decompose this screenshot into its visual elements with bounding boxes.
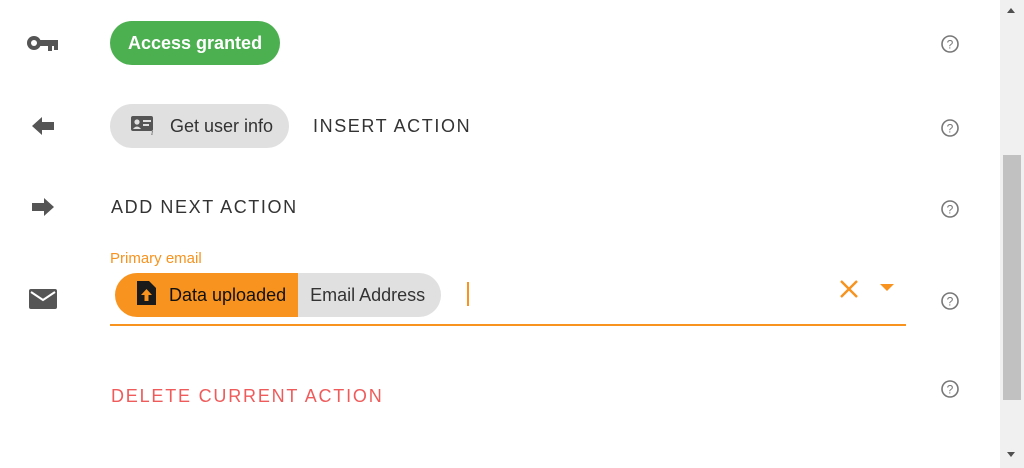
mail-icon [26, 286, 60, 312]
arrow-left-icon [26, 113, 60, 139]
arrow-right-icon [26, 194, 60, 220]
svg-text:?: ? [947, 203, 954, 217]
email-address-label: Email Address [310, 284, 426, 305]
insert-action-button[interactable]: INSERT ACTION [313, 116, 471, 137]
svg-text:?: ? [947, 122, 954, 136]
svg-text:i: i [151, 128, 153, 135]
help-circle-icon[interactable]: ? [940, 379, 960, 399]
help-circle-icon[interactable]: ? [940, 199, 960, 219]
help-circle-icon[interactable]: ? [940, 34, 960, 54]
email-value-pill[interactable]: Data uploaded Email Address [115, 273, 442, 317]
email-address-segment: Email Address [298, 273, 442, 317]
svg-text:?: ? [947, 383, 954, 397]
add-next-action-button[interactable]: ADD NEXT ACTION [111, 197, 298, 218]
key-icon [26, 30, 60, 56]
text-caret [467, 282, 469, 306]
access-granted-chip[interactable]: Access granted [110, 21, 281, 65]
contact-card-icon: i [130, 113, 156, 140]
help-circle-icon[interactable]: ? [940, 291, 960, 311]
close-icon[interactable] [837, 277, 861, 301]
data-uploaded-segment: Data uploaded [115, 273, 299, 317]
access-granted-label: Access granted [128, 32, 263, 53]
caret-down-icon[interactable] [880, 284, 894, 291]
data-uploaded-label: Data uploaded [169, 284, 287, 305]
file-upload-icon [135, 280, 157, 311]
delete-current-action-button[interactable]: DELETE CURRENT ACTION [111, 386, 384, 407]
primary-email-label: Primary email [110, 250, 202, 267]
primary-email-field[interactable]: Data uploaded Email Address [110, 270, 906, 326]
scroll-up-icon[interactable] [1007, 8, 1015, 13]
svg-text:?: ? [947, 295, 954, 309]
get-user-info-chip[interactable]: i Get user info [110, 104, 290, 148]
help-circle-icon[interactable]: ? [940, 118, 960, 138]
scrollbar-thumb[interactable] [1003, 155, 1021, 400]
get-user-info-label: Get user info [170, 115, 274, 136]
scroll-down-icon[interactable] [1007, 452, 1015, 457]
svg-text:?: ? [947, 38, 954, 52]
